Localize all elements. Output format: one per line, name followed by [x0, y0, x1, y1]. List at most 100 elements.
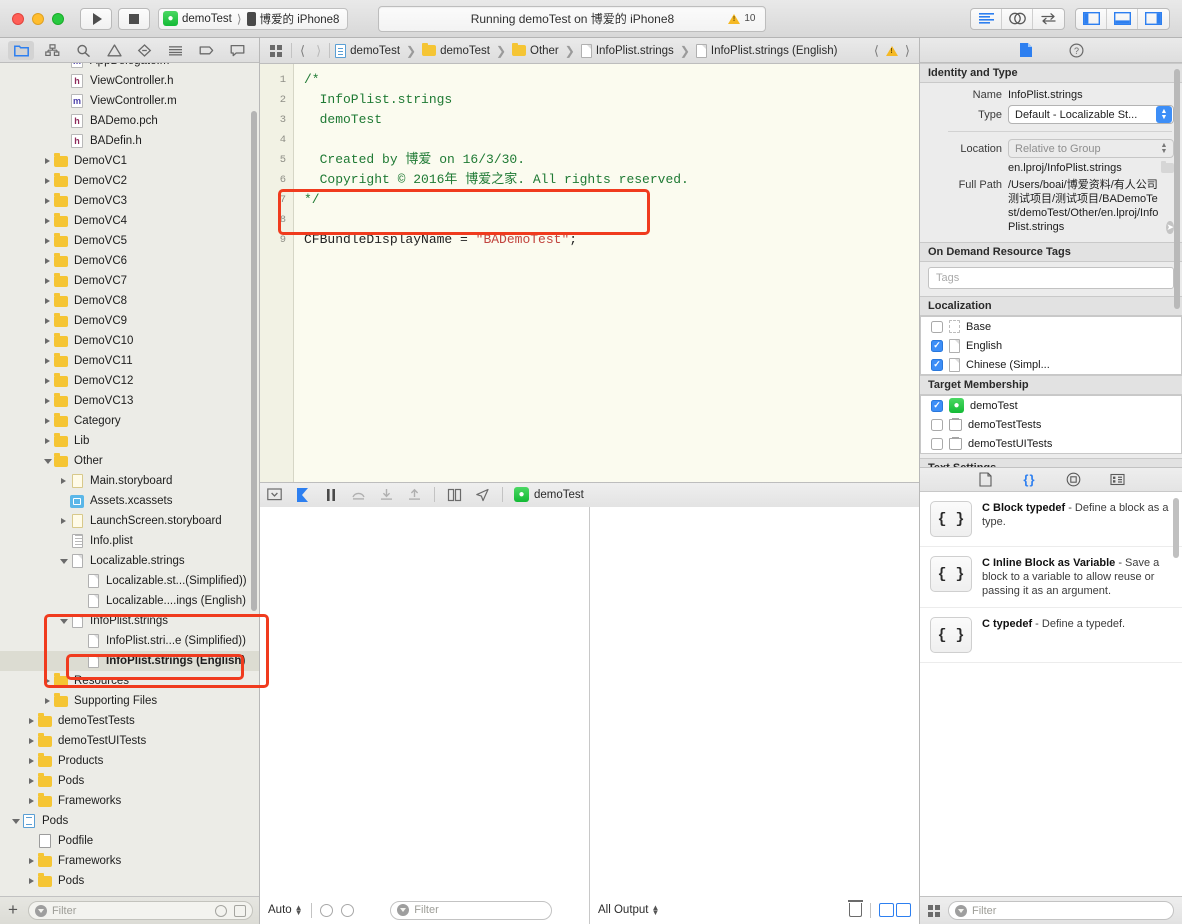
file-tree-row[interactable]: DemoVC9 — [0, 311, 259, 331]
file-tree-row[interactable]: Supporting Files — [0, 691, 259, 711]
tags-input[interactable]: Tags — [928, 267, 1174, 289]
file-tree-row[interactable]: Info.plist — [0, 531, 259, 551]
file-tree-row[interactable]: Products — [0, 751, 259, 771]
hide-debug-area-button[interactable] — [266, 487, 283, 503]
library-scrollbar[interactable] — [1173, 498, 1179, 558]
file-tree-row[interactable]: DemoVC13 — [0, 391, 259, 411]
disclosure-triangle-icon[interactable] — [26, 858, 37, 864]
localization-row[interactable]: Chinese (Simpl... — [921, 355, 1181, 374]
tab-media-library[interactable] — [1106, 471, 1128, 489]
step-out-button[interactable] — [406, 487, 423, 503]
toggle-debug-button[interactable] — [1107, 8, 1138, 29]
disclosure-triangle-icon[interactable] — [42, 278, 53, 284]
disclosure-triangle-icon[interactable] — [26, 758, 37, 764]
file-tree-row[interactable]: Main.storyboard — [0, 471, 259, 491]
choose-folder-icon[interactable] — [1161, 161, 1174, 173]
tab-issue-navigator[interactable] — [101, 41, 127, 60]
simulate-location-button[interactable] — [474, 487, 491, 503]
snippet-item[interactable]: { } C Block typedef - Define a block as a… — [920, 492, 1182, 547]
variables-filter-input[interactable]: Filter — [390, 900, 553, 920]
target-checkbox[interactable] — [931, 399, 943, 412]
deactivate-breakpoints-button[interactable] — [294, 487, 311, 503]
tab-file-template-library[interactable] — [974, 471, 996, 489]
file-tree-row[interactable]: demoTestUITests — [0, 731, 259, 751]
target-membership-row[interactable]: ● demoTest — [921, 396, 1181, 415]
file-tree-row[interactable]: Localizable....ings (English) — [0, 591, 259, 611]
file-tree-row[interactable]: Lib — [0, 431, 259, 451]
scope-popup[interactable]: Auto ▲ ▼ — [268, 904, 303, 917]
info-icon[interactable] — [340, 903, 354, 917]
editor-mode-segments[interactable] — [970, 7, 1065, 30]
warning-indicator[interactable]: 10 — [728, 13, 755, 24]
file-tree-row[interactable]: DemoVC8 — [0, 291, 259, 311]
tab-quick-help-inspector[interactable]: ? — [1064, 41, 1088, 60]
target-membership-row[interactable]: demoTestTests — [921, 415, 1181, 434]
target-membership-list[interactable]: ● demoTest demoTestTests demoTestUITests — [920, 395, 1182, 454]
file-tree-row[interactable]: DemoVC12 — [0, 371, 259, 391]
add-file-button[interactable]: + — [6, 901, 22, 921]
version-editor-button[interactable] — [1033, 9, 1064, 29]
show-console-button[interactable] — [896, 903, 911, 917]
file-tree-row[interactable]: LaunchScreen.storyboard — [0, 511, 259, 531]
disclosure-triangle-icon[interactable] — [42, 318, 53, 324]
file-tree-row[interactable]: DemoVC2 — [0, 171, 259, 191]
file-tree-row[interactable]: m AppDelegate.m — [0, 63, 259, 71]
debug-pane-toggles[interactable] — [879, 903, 911, 917]
file-tree-row[interactable]: InfoPlist.stri...e (Simplified)) — [0, 631, 259, 651]
variables-view[interactable]: Auto ▲ ▼ Filter — [260, 506, 589, 924]
back-button[interactable]: ⟨ — [297, 43, 308, 59]
disclosure-triangle-icon[interactable] — [42, 298, 53, 304]
file-tree-row[interactable]: Pods — [0, 771, 259, 791]
type-popup[interactable]: Default - Localizable St... ▲ ▼ — [1008, 105, 1174, 124]
disclosure-triangle-icon[interactable] — [42, 158, 53, 164]
code-snippet-list[interactable]: { } C Block typedef - Define a block as a… — [920, 492, 1182, 896]
localization-checkbox[interactable] — [931, 320, 943, 333]
assistant-editor-button[interactable] — [1002, 8, 1033, 29]
tab-find-navigator[interactable] — [70, 41, 96, 60]
close-window-button[interactable] — [12, 12, 24, 25]
target-checkbox[interactable] — [931, 437, 943, 450]
breadcrumb-item[interactable]: demoTest — [335, 43, 400, 58]
file-tree-row[interactable]: Localizable.st...(Simplified)) — [0, 571, 259, 591]
file-tree-row[interactable]: DemoVC6 — [0, 251, 259, 271]
file-tree-row[interactable]: Localizable.strings — [0, 551, 259, 571]
file-tree-row[interactable]: h ViewController.h — [0, 71, 259, 91]
disclosure-triangle-icon[interactable] — [42, 678, 53, 684]
tab-test-navigator[interactable] — [132, 41, 158, 60]
tab-file-inspector[interactable] — [1014, 41, 1038, 60]
file-tree-row[interactable]: DemoVC10 — [0, 331, 259, 351]
file-tree-row[interactable]: DemoVC7 — [0, 271, 259, 291]
disclosure-triangle-icon[interactable] — [42, 358, 53, 364]
tab-debug-navigator[interactable] — [163, 41, 189, 60]
code-content[interactable]: /* InfoPlist.strings demoTest Created by… — [294, 64, 919, 482]
disclosure-triangle-icon[interactable] — [42, 258, 53, 264]
reveal-in-finder-icon[interactable]: ➤ — [1166, 221, 1174, 234]
forward-button[interactable]: ⟩ — [313, 43, 324, 59]
breadcrumb-item[interactable]: InfoPlist.strings (English) — [695, 43, 837, 58]
recent-files-icon[interactable] — [215, 904, 227, 917]
disclosure-triangle-icon[interactable] — [26, 738, 37, 744]
disclosure-triangle-icon[interactable] — [42, 378, 53, 384]
step-over-button[interactable] — [350, 487, 367, 503]
debug-process-indicator[interactable]: ● demoTest — [514, 487, 584, 502]
pause-button[interactable] — [322, 487, 339, 503]
debug-view-hierarchy-button[interactable] — [446, 487, 463, 503]
tab-object-library[interactable] — [1062, 471, 1084, 489]
disclosure-triangle-icon[interactable] — [58, 518, 69, 524]
tab-breakpoint-navigator[interactable] — [194, 41, 220, 60]
file-tree-row[interactable]: Pods — [0, 871, 259, 891]
tab-project-navigator[interactable] — [8, 40, 35, 60]
disclosure-triangle-icon[interactable] — [26, 798, 37, 804]
step-into-button[interactable] — [378, 487, 395, 503]
navigator-filter-input[interactable]: Filter — [27, 901, 253, 920]
file-tree-row[interactable]: Pods — [0, 811, 259, 831]
console-view[interactable]: All Output ▲ ▼ — [589, 506, 919, 924]
disclosure-triangle-icon[interactable] — [58, 478, 69, 484]
run-button[interactable] — [80, 7, 112, 30]
stop-button[interactable] — [118, 7, 150, 30]
file-tree-row[interactable]: Frameworks — [0, 851, 259, 871]
file-tree-row[interactable]: Podfile — [0, 831, 259, 851]
source-control-filter-icon[interactable] — [234, 904, 246, 917]
file-tree-row[interactable]: InfoPlist.strings (English) — [0, 651, 259, 671]
file-tree-row[interactable]: Resources — [0, 671, 259, 691]
